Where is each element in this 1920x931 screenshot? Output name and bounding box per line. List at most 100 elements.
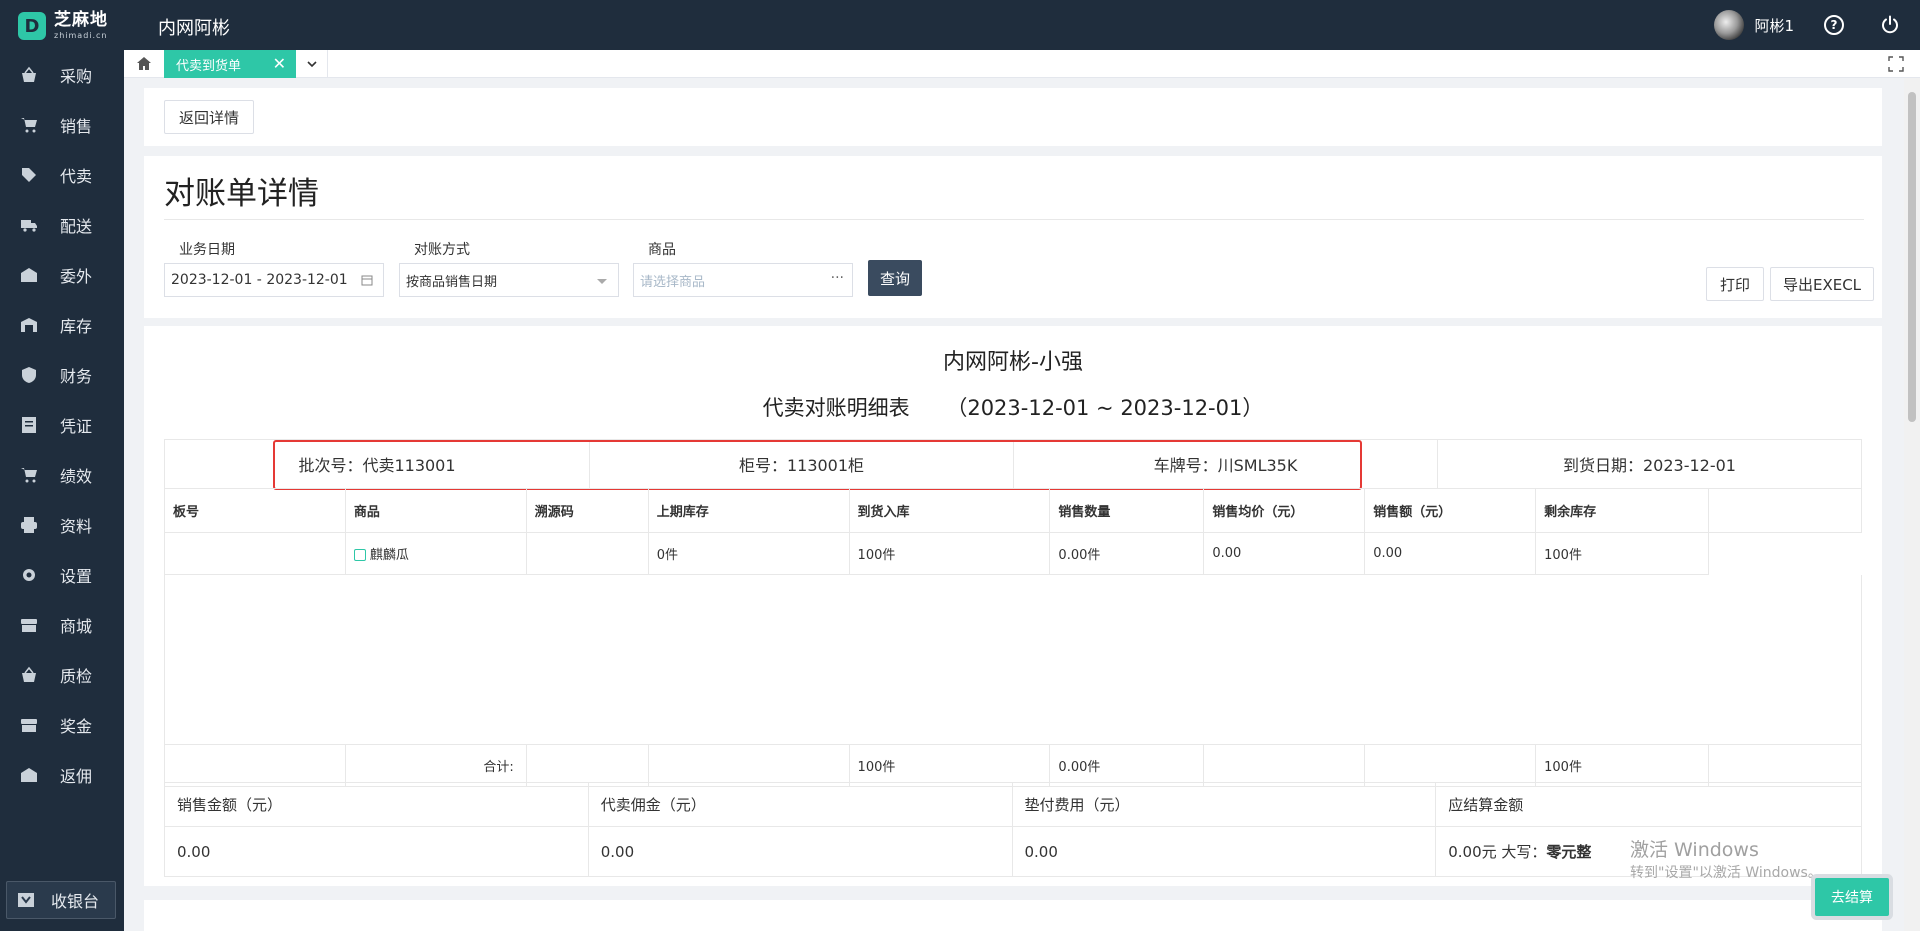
basket-icon [20,666,38,684]
logo-text: 芝麻地 [54,10,108,30]
arrival-date: 到货日期：2023-12-01 [1437,440,1861,488]
truck-icon [20,216,38,234]
table-filler [1709,533,1862,575]
chevron-down-icon[interactable] [296,50,328,78]
basket-icon [20,66,38,84]
scrollbar-thumb[interactable] [1908,92,1916,422]
sidebar: 采购 销售 代卖 配送 委外 库存 财务 凭证 绩效 资料 设置 商城 质检 奖… [0,50,124,931]
sidebar-item-label: 奖金 [60,717,93,736]
sidebar-item-outsource[interactable]: 委外 [0,250,124,300]
total-sold: 0.00件 [1049,744,1205,787]
query-button[interactable]: 查询 [868,260,922,296]
sales-amount: 0.00 [164,826,589,877]
table-cell: 0.00件 [1049,532,1205,575]
gear-icon [20,566,38,584]
logo-subtext: zhimadi.cn [54,31,108,40]
print-button[interactable]: 打印 [1706,267,1764,301]
sidebar-item-delivery[interactable]: 配送 [0,200,124,250]
avatar[interactable] [1714,10,1745,40]
table-cell-goods: 麒麟瓜 [344,532,527,575]
sidebar-item-finance[interactable]: 财务 [0,350,124,400]
report-title: 代卖对账明细表 （2023-12-01 ~ 2023-12-01） [144,392,1882,422]
sidebar-item-label: 凭证 [60,417,93,436]
table-empty-area [164,574,1862,745]
printer-icon [20,516,38,534]
table-cell: 100件 [848,532,1051,575]
table-cell: 0件 [647,532,850,575]
goods-input[interactable]: 请选择商品 ··· [633,263,853,297]
calendar-icon [361,275,373,286]
plate-number: 车牌号：川SML35K [1013,440,1437,488]
date-range-input[interactable]: 2023-12-01 - 2023-12-01 [164,263,384,297]
table-cell [525,532,649,575]
store-icon [20,766,38,784]
sidebar-item-voucher[interactable]: 凭证 [0,400,124,450]
logo[interactable]: D 芝麻地 zhimadi.cn [18,10,128,42]
sidebar-item-label: 商城 [60,617,93,636]
mode-select[interactable]: 按商品销售日期 [399,263,619,297]
user-name[interactable]: 阿彬1 [1754,15,1794,36]
table-header-row: 板号 商品 溯源码 上期库存 到货入库 销售数量 销售均价（元） 销售额（元） … [164,488,1862,533]
bottom-panel [144,900,1882,931]
column-header: 商品 [344,488,527,533]
export-button[interactable]: 导出EXECL [1770,267,1874,301]
column-header: 销售均价（元） [1203,488,1366,533]
sidebar-item-inspection[interactable]: 质检 [0,650,124,700]
sidebar-item-mall[interactable]: 商城 [0,600,124,650]
page-title: 对账单详情 [164,176,319,212]
summary-header: 代卖佣金（元） [587,782,1013,827]
sidebar-item-settings[interactable]: 设置 [0,550,124,600]
fullscreen-icon[interactable] [1888,56,1904,72]
more-icon[interactable]: ··· [831,270,844,286]
cashier-button[interactable]: 收银台 [6,881,116,919]
mode-value: 按商品销售日期 [406,274,498,290]
table-total-row: 合计: 100件 0.00件 100件 [164,744,1862,787]
sidebar-item-inventory[interactable]: 库存 [0,300,124,350]
sidebar-item-sales[interactable]: 销售 [0,100,124,150]
help-icon[interactable]: ? [1824,15,1844,35]
scrollbar[interactable] [1904,78,1920,931]
goods-label: 商品 [648,242,676,258]
store-icon [20,266,38,284]
sidebar-item-label: 资料 [60,517,93,536]
sidebar-item-label: 返佣 [60,767,93,786]
sidebar-item-bonus[interactable]: 奖金 [0,700,124,750]
sidebar-item-rebate[interactable]: 返佣 [0,750,124,800]
activation-watermark-hint: 转到"设置"以激活 Windows。 [1630,865,1822,881]
sidebar-item-label: 代卖 [60,167,93,186]
back-button[interactable]: 返回详情 [164,100,254,134]
summary-value-row: 0.00 0.00 0.00 0.00元 大写：零元整 [164,826,1862,877]
sidebar-item-label: 设置 [60,567,93,586]
sidebar-item-label: 绩效 [60,467,93,486]
tab-consign-arrival[interactable]: 代卖到货单 ✕ [164,50,296,78]
sidebar-item-purchase[interactable]: 采购 [0,50,124,100]
cashier-icon [17,891,35,909]
total-remain: 100件 [1535,744,1710,787]
sidebar-item-label: 采购 [60,67,93,86]
table-cell: 0.00 [1203,532,1366,575]
report-period: （2023-12-01 ~ 2023-12-01） [946,396,1264,420]
warehouse-icon [20,316,38,334]
sidebar-item-data[interactable]: 资料 [0,500,124,550]
column-header: 板号 [164,488,346,533]
summary-table: 销售金额（元） 代卖佣金（元） 垫付费用（元） 应结算金额 0.00 0.00 … [164,782,1862,877]
shop-icon [20,616,38,634]
main-content: 返回详情 对账单详情 业务日期 2023-12-01 - 2023-12-01 … [124,78,1904,931]
shop-icon [20,716,38,734]
app-title: 内网阿彬 [158,18,230,39]
report-panel: 内网阿彬-小强 代卖对账明细表 （2023-12-01 ~ 2023-12-01… [144,326,1882,886]
close-icon[interactable]: ✕ [273,54,286,73]
home-icon[interactable] [124,50,164,78]
report-company: 内网阿彬-小强 [943,350,1083,375]
tag-icon [20,166,38,184]
power-icon[interactable] [1880,15,1900,35]
settle-button[interactable]: 去结算 [1815,878,1889,916]
tab-bar: 代卖到货单 ✕ [124,50,1920,78]
sidebar-item-label: 委外 [60,267,93,286]
voucher-icon [20,416,38,434]
sidebar-item-consign[interactable]: 代卖 [0,150,124,200]
summary-header: 销售金额（元） [164,782,589,827]
sidebar-item-label: 库存 [60,317,93,336]
table-cell [164,532,346,575]
sidebar-item-performance[interactable]: 绩效 [0,450,124,500]
